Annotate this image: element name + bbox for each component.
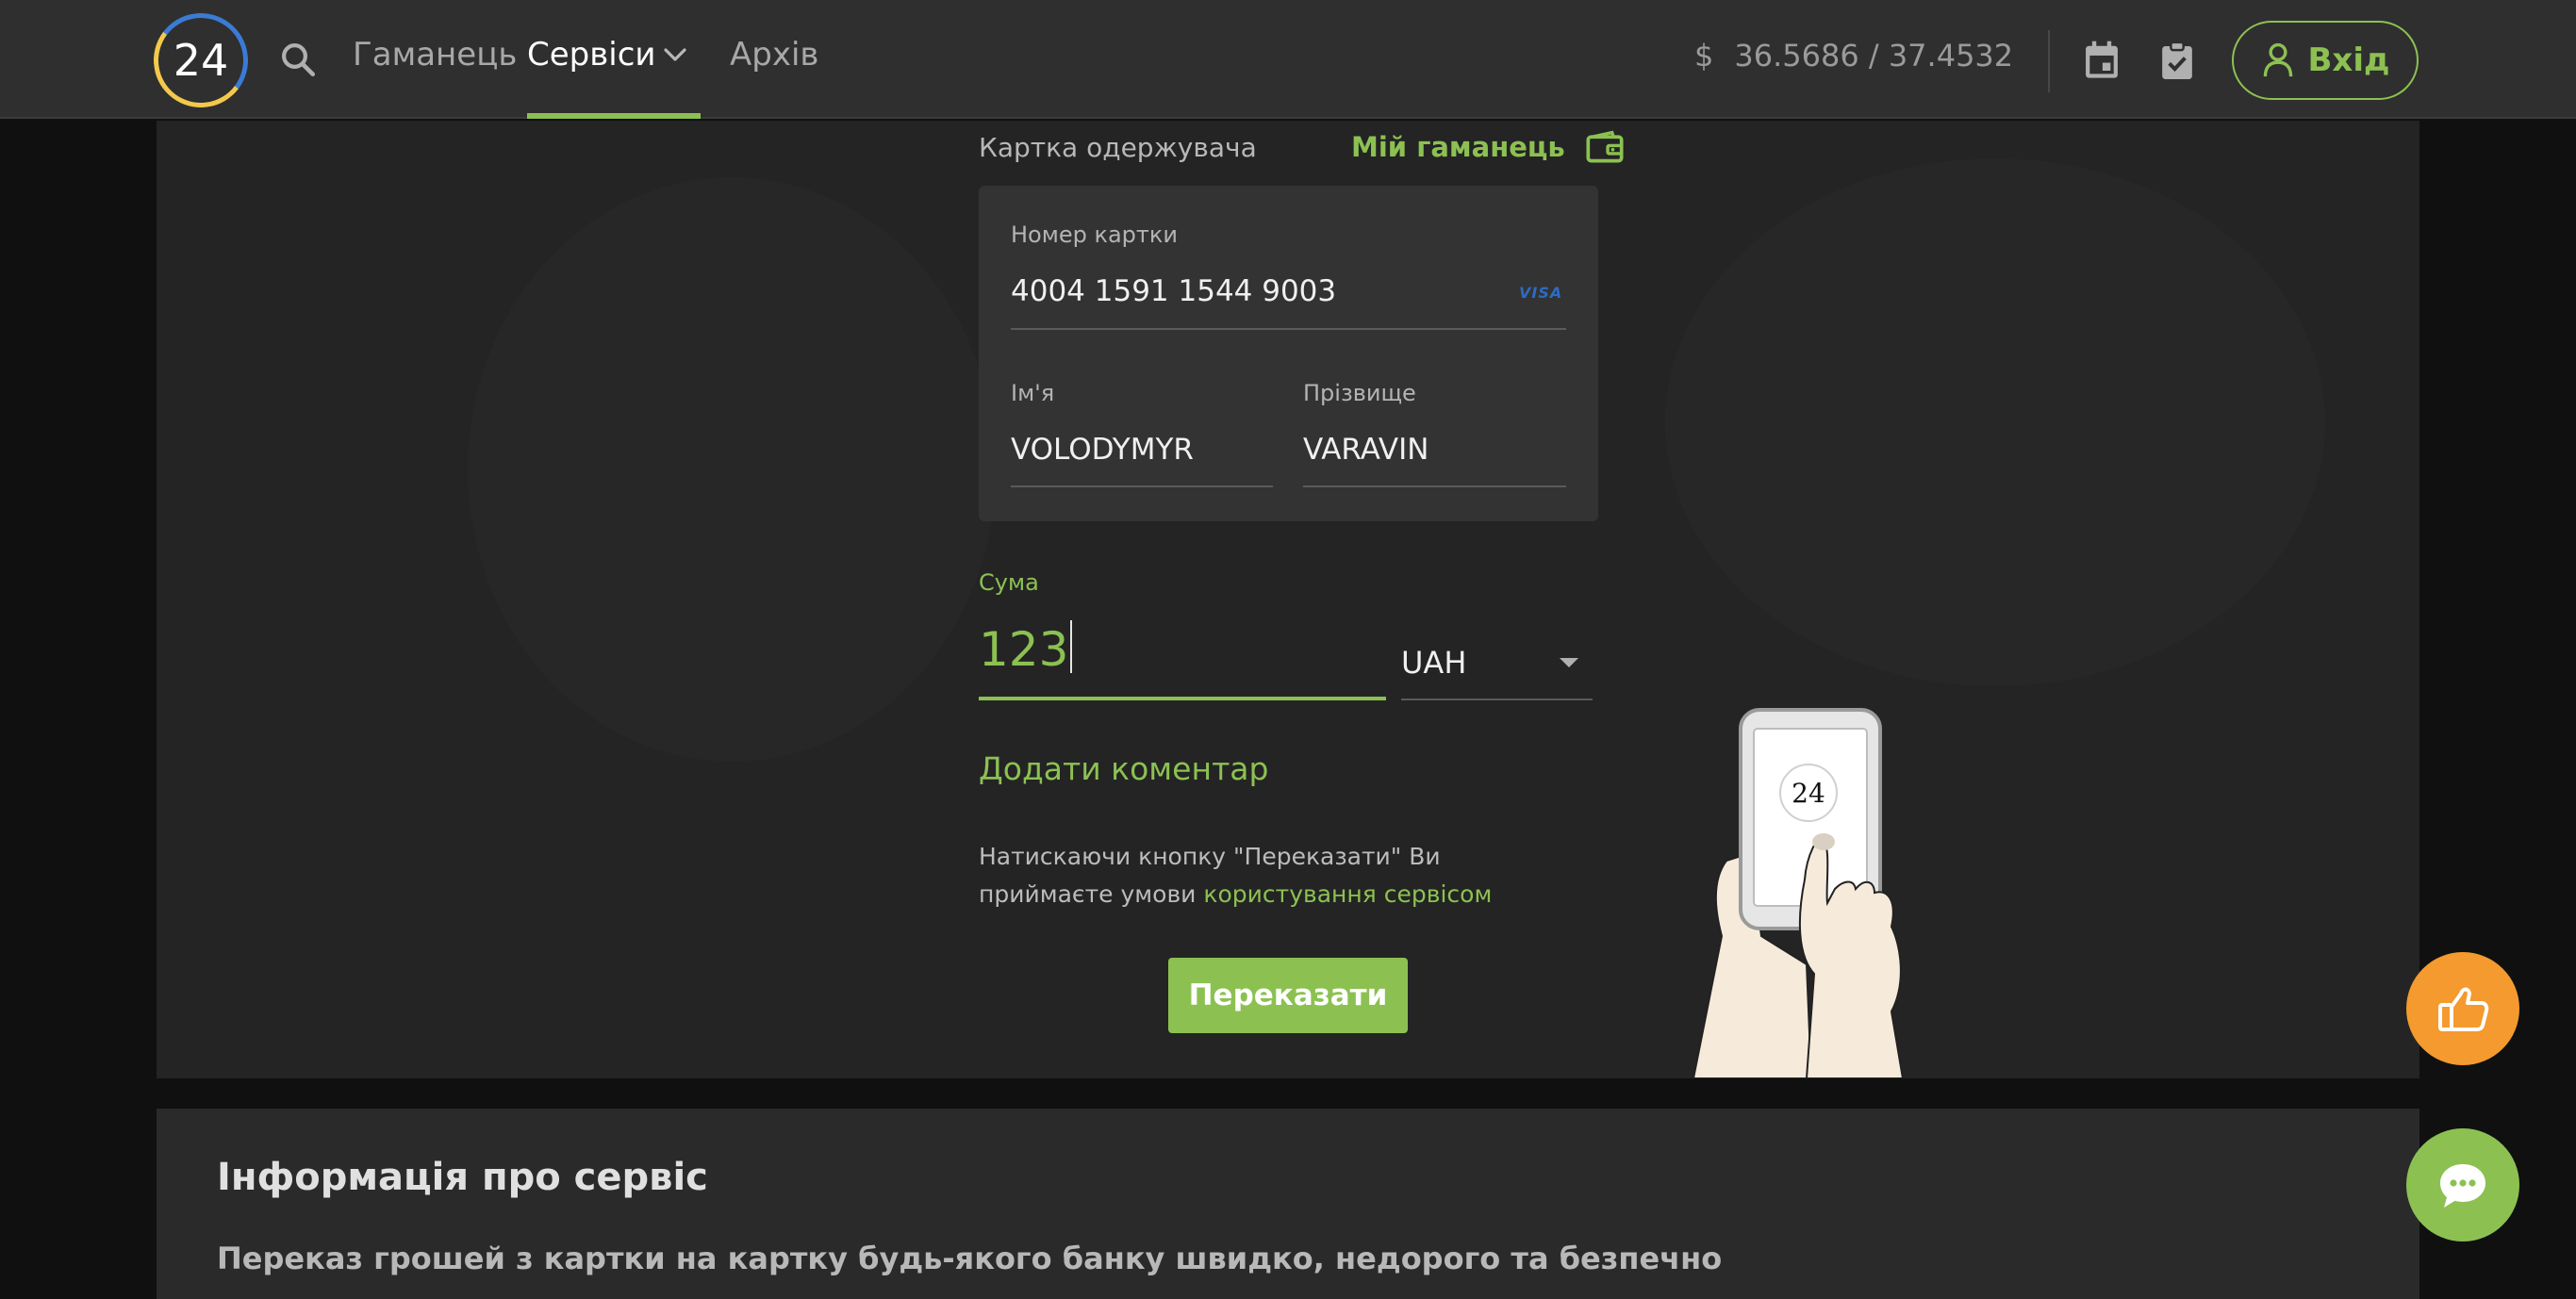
- nav-archive[interactable]: Архів: [730, 36, 818, 74]
- clipboard-check-icon[interactable]: [2158, 40, 2196, 81]
- text-cursor: [1070, 620, 1073, 673]
- info-title: Інформація про сервіс: [217, 1156, 708, 1199]
- chat-icon: [2440, 1164, 2485, 1208]
- phone-hands-illustration: 24: [1692, 708, 1905, 1078]
- card-number-underline: [1011, 328, 1566, 330]
- amount-label: Сума: [979, 569, 1039, 596]
- terms-link[interactable]: користування сервісом: [1203, 880, 1492, 908]
- search-icon[interactable]: [278, 40, 318, 79]
- dropdown-arrow-icon[interactable]: [1560, 658, 1578, 667]
- background-map-shape: [468, 177, 996, 762]
- background-map-shape: [1665, 158, 2325, 686]
- exchange-rate: $36.5686 / 37.4532: [1694, 38, 2013, 74]
- nav-services[interactable]: Сервіси: [527, 36, 656, 74]
- user-icon: [2263, 42, 2292, 77]
- first-name-field[interactable]: VOLODYMYR: [1011, 433, 1194, 467]
- amount-field[interactable]: 123: [979, 620, 1073, 677]
- transfer-button[interactable]: Переказати: [1168, 958, 1408, 1033]
- top-bar: 24 Гаманець Сервіси Архів $36.5686 / 37.…: [0, 0, 2576, 119]
- card-details-box: Номер картки 4004 1591 1544 9003 VISA Ім…: [979, 186, 1598, 521]
- currency-symbol: $: [1694, 38, 1714, 74]
- rate-value: 36.5686 / 37.4532: [1734, 38, 2014, 74]
- first-name-underline: [1011, 485, 1273, 487]
- logo-text: 24: [173, 35, 229, 86]
- nav-wallet[interactable]: Гаманець: [353, 36, 517, 74]
- thumbs-up-icon: [2438, 987, 2489, 1031]
- recipient-card-label: Картка одержувача: [979, 132, 1257, 163]
- login-label: Вхід: [2307, 41, 2390, 79]
- service-info-section: Інформація про сервіс Переказ грошей з к…: [157, 1109, 2419, 1299]
- add-comment-link[interactable]: Додати коментар: [979, 750, 1268, 787]
- calendar-icon[interactable]: [2082, 40, 2122, 81]
- chat-button[interactable]: [2406, 1128, 2519, 1241]
- terms-text: Натискаючи кнопку "Переказати" Ви прийма…: [979, 838, 1544, 913]
- active-nav-indicator: [527, 113, 701, 119]
- visa-logo: VISA: [1519, 284, 1563, 302]
- currency-select[interactable]: UAH: [1401, 645, 1466, 681]
- divider: [2048, 30, 2050, 92]
- amount-underline: [979, 697, 1386, 700]
- my-wallet-label: Мій гаманець: [1351, 131, 1565, 163]
- phone-badge-text: 24: [1792, 778, 1825, 809]
- info-subtitle: Переказ грошей з картки на картку будь-я…: [217, 1241, 1723, 1276]
- card-number-field[interactable]: 4004 1591 1544 9003: [1011, 274, 1336, 308]
- first-name-label: Ім'я: [1011, 380, 1055, 406]
- login-button[interactable]: Вхід: [2232, 21, 2419, 100]
- transfer-panel: Картка одержувача Мій гаманець Номер кар…: [157, 121, 2419, 1078]
- wallet-icon: [1586, 130, 1624, 163]
- last-name-field[interactable]: VARAVIN: [1303, 433, 1428, 467]
- last-name-label: Прізвище: [1303, 380, 1416, 406]
- amount-value: 123: [979, 622, 1069, 677]
- my-wallet-link[interactable]: Мій гаманець: [1351, 130, 1624, 164]
- logo[interactable]: 24: [147, 7, 255, 114]
- last-name-underline: [1303, 485, 1566, 487]
- chevron-down-icon[interactable]: [662, 45, 688, 64]
- currency-underline: [1401, 699, 1593, 700]
- feedback-button[interactable]: [2406, 952, 2519, 1065]
- card-number-label: Номер картки: [1011, 222, 1178, 248]
